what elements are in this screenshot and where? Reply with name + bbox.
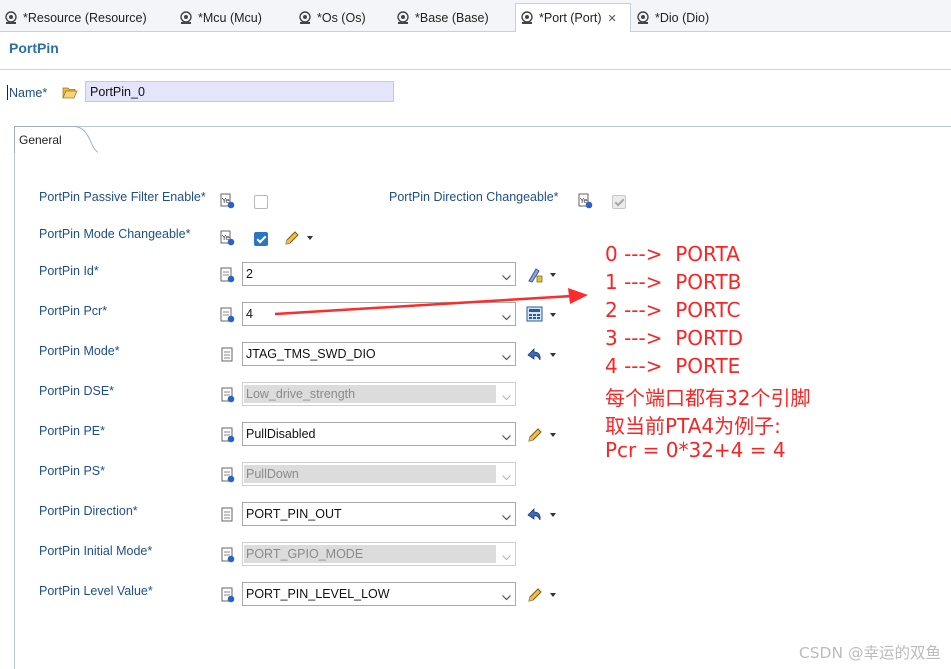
annotation-line: 1 ---> PORTB [605, 270, 742, 294]
annotation-line: 3 ---> PORTD [605, 326, 744, 350]
annotation-arrow [274, 288, 588, 316]
annotation-line: 4 ---> PORTE [605, 354, 741, 378]
annotation-line: 每个端口都有32个引脚 [605, 386, 811, 410]
annotation-line: Pcr = 0*32+4 = 4 [605, 438, 786, 462]
annotation-line: 取当前PTA4为例子: [605, 414, 781, 438]
annotation-line: 2 ---> PORTC [605, 298, 741, 322]
arrow-shaft [274, 294, 573, 316]
annotation-line: 0 ---> PORTA [605, 242, 740, 266]
watermark: CSDN @幸运的双鱼 [798, 644, 941, 662]
arrow-head [568, 288, 588, 304]
